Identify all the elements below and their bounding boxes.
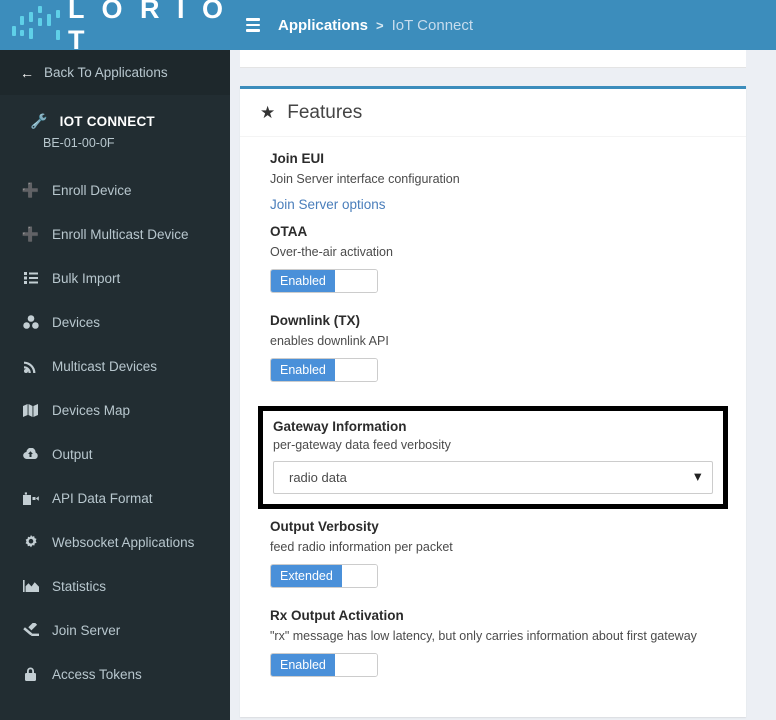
sidebar-item-label: Websocket Applications <box>52 534 195 550</box>
breadcrumb-separator: > <box>376 17 384 33</box>
feature-output-verbosity: Output Verbosity feed radio information … <box>258 519 728 608</box>
feature-description: "rx" message has low latency, but only c… <box>270 629 697 643</box>
feature-otaa: OTAA Over-the-air activation Enabled <box>258 224 728 313</box>
api-format-icon <box>21 491 40 505</box>
arrow-left-icon: ← <box>20 64 34 81</box>
downlink-toggle[interactable]: Enabled <box>270 358 378 382</box>
brand-name: L O R I O T <box>68 0 229 50</box>
sidebar-item-devices[interactable]: Devices <box>0 300 230 344</box>
gear-icon <box>21 535 40 549</box>
sidebar-item-access-tokens[interactable]: Access Tokens <box>0 652 230 696</box>
sidebar-item-api-data-format[interactable]: API Data Format <box>0 476 230 520</box>
rx-output-activation-toggle[interactable]: Enabled <box>270 653 378 677</box>
sidebar-item-label: Statistics <box>52 578 107 594</box>
lock-icon <box>21 667 40 681</box>
feature-title: Output Verbosity <box>270 519 379 534</box>
content-scroll-area[interactable]: ★ Features Join EUI Join Server interfac… <box>230 50 776 720</box>
feature-title: Join EUI <box>270 151 325 166</box>
toggle-track <box>341 565 377 587</box>
feature-description: feed radio information per packet <box>270 540 453 554</box>
toggle-state-label: Enabled <box>271 359 335 381</box>
toggle-track <box>334 270 377 292</box>
sidebar-item-label: API Data Format <box>52 490 153 506</box>
features-panel: ★ Features Join EUI Join Server interfac… <box>240 86 746 717</box>
sidebar-item-label: Join Server <box>52 622 121 638</box>
content-right-gutter <box>766 50 776 720</box>
feature-title: Downlink (TX) <box>270 313 360 328</box>
hamburger-icon[interactable] <box>244 14 262 36</box>
star-icon: ★ <box>260 102 276 122</box>
brand-logo[interactable]: L O R I O T <box>0 0 230 50</box>
current-application: 🔧 IOT CONNECT BE-01-00-0F <box>0 95 230 168</box>
breadcrumb: Applications > IoT Connect <box>278 17 473 34</box>
sidebar-item-label: Devices Map <box>52 402 131 418</box>
sidebar-item-label: Access Tokens <box>52 666 142 682</box>
toggle-state-label: Extended <box>271 565 342 587</box>
sidebar-item-label: Bulk Import <box>52 270 121 286</box>
feature-gateway-information: Gateway Information per-gateway data fee… <box>258 406 728 509</box>
toggle-track <box>334 654 377 676</box>
feature-join-eui: Join EUI Join Server interface configura… <box>258 151 728 224</box>
feature-title: Gateway Information <box>273 419 407 434</box>
sidebar-nav: ➕ Enroll Device ➕ Enroll Multicast Devic… <box>0 168 230 696</box>
output-verbosity-toggle[interactable]: Extended <box>270 564 378 588</box>
breadcrumb-applications[interactable]: Applications <box>278 17 368 34</box>
topbar: Applications > IoT Connect <box>230 0 776 50</box>
sidebar: L O R I O T ← Back To Applications 🔧 IOT… <box>0 0 230 720</box>
sidebar-item-output[interactable]: Output <box>0 432 230 476</box>
sidebar-item-statistics[interactable]: Statistics <box>0 564 230 608</box>
feature-downlink-tx: Downlink (TX) enables downlink API Enabl… <box>258 313 728 402</box>
feature-description: enables downlink API <box>270 334 389 348</box>
sidebar-item-enroll-device[interactable]: ➕ Enroll Device <box>0 168 230 212</box>
sidebar-item-join-server[interactable]: Join Server <box>0 608 230 652</box>
feature-description: Over-the-air activation <box>270 245 393 259</box>
feature-rx-output-activation: Rx Output Activation "rx" message has lo… <box>258 608 728 697</box>
join-server-options-link[interactable]: Join Server options <box>270 197 386 212</box>
loriot-dots-logo <box>10 4 70 46</box>
sidebar-item-label: Enroll Multicast Device <box>52 226 189 242</box>
cloud-upload-icon <box>21 448 40 460</box>
page-title: Features <box>287 101 363 123</box>
toggle-state-label: Enabled <box>271 654 335 676</box>
toggle-track <box>334 359 377 381</box>
sidebar-item-multicast-devices[interactable]: Multicast Devices <box>0 344 230 388</box>
plus-icon: ➕ <box>21 181 40 198</box>
panel-spacer <box>240 68 776 86</box>
breadcrumb-current: IoT Connect <box>391 16 474 34</box>
panel-above-partial <box>240 50 746 68</box>
feature-title: OTAA <box>270 224 308 239</box>
application-name: IOT CONNECT <box>59 114 155 129</box>
main-area: Applications > IoT Connect ★ Features Jo… <box>230 0 776 720</box>
gateway-information-select-wrapper: radio data ▾ <box>273 461 713 494</box>
wrench-icon: 🔧 <box>30 113 48 129</box>
map-icon <box>21 403 40 417</box>
gateway-information-select[interactable]: radio data <box>273 461 713 494</box>
plus-icon: ➕ <box>21 225 40 242</box>
features-list: Join EUI Join Server interface configura… <box>240 137 746 717</box>
sidebar-item-label: Enroll Device <box>52 182 132 198</box>
sidebar-item-label: Devices <box>52 314 101 330</box>
app-root: L O R I O T ← Back To Applications 🔧 IOT… <box>0 0 776 720</box>
gavel-icon <box>21 623 40 637</box>
list-icon <box>21 272 40 284</box>
sidebar-item-enroll-multicast-device[interactable]: ➕ Enroll Multicast Device <box>0 212 230 256</box>
back-to-applications-label: Back To Applications <box>44 65 168 80</box>
sidebar-item-devices-map[interactable]: Devices Map <box>0 388 230 432</box>
otaa-toggle[interactable]: Enabled <box>270 269 378 293</box>
broadcast-icon <box>21 359 40 373</box>
sidebar-item-label: Multicast Devices <box>52 358 158 374</box>
feature-description: Join Server interface configuration <box>270 172 460 186</box>
feature-description: per-gateway data feed verbosity <box>273 438 451 452</box>
back-to-applications-button[interactable]: ← Back To Applications <box>0 50 230 95</box>
sidebar-item-label: Output <box>52 446 93 462</box>
devices-icon <box>21 315 40 329</box>
feature-title: Rx Output Activation <box>270 608 404 623</box>
application-id: BE-01-00-0F <box>43 136 115 150</box>
toggle-state-label: Enabled <box>271 270 335 292</box>
sidebar-item-websocket-applications[interactable]: Websocket Applications <box>0 520 230 564</box>
features-panel-header: ★ Features <box>240 89 746 137</box>
sidebar-item-bulk-import[interactable]: Bulk Import <box>0 256 230 300</box>
chart-area-icon <box>21 580 40 592</box>
